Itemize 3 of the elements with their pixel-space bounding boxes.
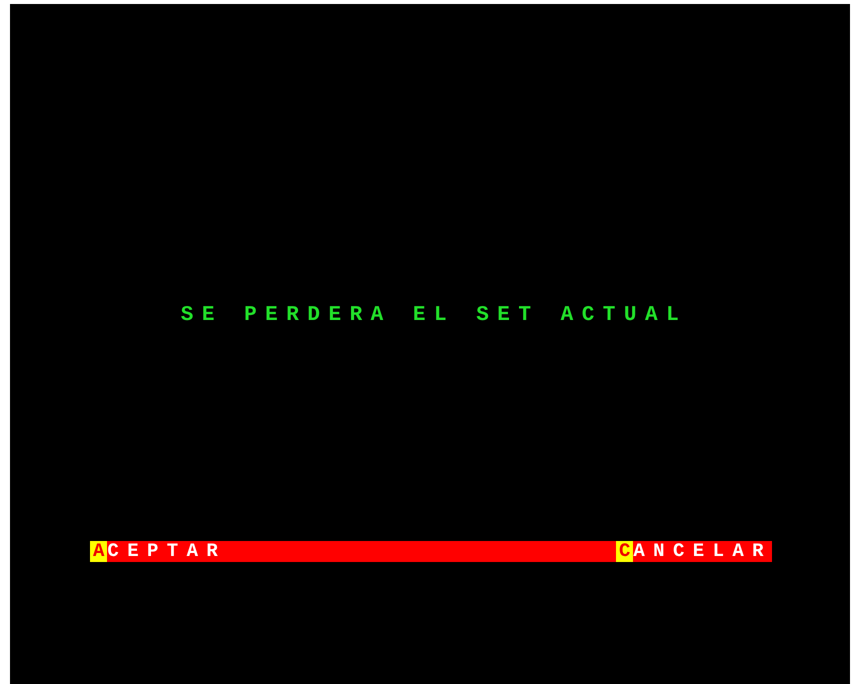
warning-message: SE PERDERA EL SET ACTUAL (180, 303, 688, 329)
menu-option[interactable]: CANCELAR (616, 541, 772, 562)
menu-option[interactable]: ACEPTAR (90, 541, 226, 562)
